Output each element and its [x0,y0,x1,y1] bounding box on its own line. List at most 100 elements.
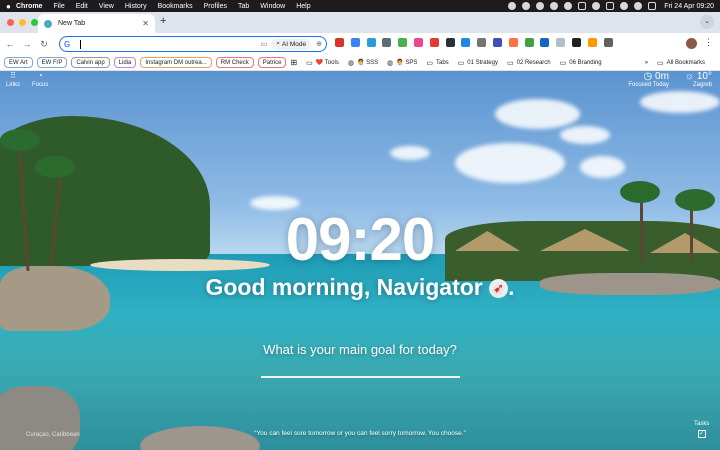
bookmark-sss[interactable]: ◍ 🧑‍💼 SSS [348,59,378,67]
extension-icon[interactable] [477,38,487,47]
top-right-widgets: ◷ 0m Focused Today ☼ 10° Zagreb [612,71,712,88]
extension-icon[interactable] [461,38,471,47]
tab-title: New Tab [58,20,86,27]
main-goal-input[interactable] [261,360,460,378]
menu-chrome[interactable]: Chrome [16,3,42,10]
apps-grid-icon[interactable]: ⊞ [290,58,297,67]
extension-icon[interactable] [540,38,550,47]
bookmark-chip[interactable]: Lidia [113,57,137,68]
cast-icon[interactable]: ▭ [261,40,268,48]
profile-avatar[interactable] [686,38,697,49]
extension-icon[interactable] [571,38,581,47]
all-bookmarks-folder[interactable]: ▭ All Bookmarks [657,59,705,67]
bookmark-chip[interactable]: EW F/P [36,57,68,68]
reload-button[interactable]: ↻ [37,39,51,50]
extension-icon[interactable] [556,38,566,47]
tray-app-icon[interactable] [522,2,531,10]
bookmark-label: 01 Strategy [467,59,498,66]
tab-strip: New Tab ✕ + ⌄ [0,12,720,33]
extensions-puzzle-icon[interactable] [603,38,613,47]
menu-profiles[interactable]: Profiles [204,3,227,10]
extension-icon[interactable] [382,38,392,47]
bookmark-folder-branding[interactable]: ▭ 06 Branding [560,59,602,67]
focus-widget[interactable]: ◔ Focus [32,71,48,88]
bookmark-chip[interactable]: Patrice [257,57,287,68]
menu-tab[interactable]: Tab [238,3,249,10]
zoom-icon[interactable]: ⊕ [316,40,322,48]
bookmark-folder-research[interactable]: ▭ 02 Research [507,59,551,67]
back-button[interactable]: ← [3,39,17,49]
extension-icon[interactable] [445,38,455,47]
extension-icon[interactable] [366,38,376,47]
tray-app-icon[interactable] [536,2,545,10]
tray-app-icon[interactable] [550,2,559,10]
tab-new-tab[interactable]: New Tab ✕ [38,14,155,33]
daily-quote[interactable]: “You can feel sore tomorrow or you can f… [0,430,720,437]
menu-bookmarks[interactable]: Bookmarks [158,3,193,10]
wifi-icon[interactable] [620,2,629,10]
control-center-icon[interactable] [648,2,657,10]
temperature-value: 10° [696,71,712,82]
bookmark-folder-tabs[interactable]: ▭ Tabs [426,59,448,67]
tray-app-icon[interactable] [592,2,601,10]
menu-history[interactable]: History [125,3,147,10]
apple-menu-icon[interactable]: ● [6,2,16,11]
folder-icon: ▭ [657,59,664,67]
menu-help[interactable]: Help [296,3,310,10]
more-bookmarks-button[interactable]: » [645,60,648,66]
menu-window[interactable]: Window [260,3,285,10]
tasks-label: Tasks [694,421,710,427]
tasks-widget[interactable]: Tasks ✓ [694,421,709,438]
extension-icon[interactable] [587,38,597,47]
close-tab-icon[interactable]: ✕ [142,19,149,28]
minimize-window-button[interactable] [19,19,26,26]
battery-icon[interactable] [606,2,615,10]
status-tray: Fri 24 Apr 09:20 [502,2,714,10]
zoom-window-button[interactable] [31,19,38,26]
menu-edit[interactable]: Edit [76,3,88,10]
tray-app-icon[interactable] [564,2,573,10]
bookmark-chip[interactable]: EW Art [4,57,33,68]
menubar-clock[interactable]: Fri 24 Apr 09:20 [664,3,714,10]
menu-view[interactable]: View [99,3,114,10]
extension-icon[interactable] [335,38,344,47]
compass-icon: ➹ [489,279,509,299]
bookmark-folder-strategy[interactable]: ▭ 01 Strategy [458,59,498,67]
folder-icon: ▭ [506,59,514,67]
new-tab-button[interactable]: + [160,15,166,27]
search-sparkle-icon: ⌕ [276,40,280,47]
links-label: Links [6,82,21,88]
extension-icon[interactable] [398,38,408,47]
greeting: Good morning, Navigator ➹. [0,274,720,301]
bookmark-chip[interactable]: Instagram DM outrea... [140,57,212,68]
extension-icon[interactable] [508,38,518,47]
browser-toolbar: ← → ↻ G ▭ ⌕ AI Mode ⊕ ⋮ [0,33,720,55]
extension-icon[interactable] [350,38,360,47]
menu-file[interactable]: File [53,3,64,10]
bookmark-label: 02 Research [516,59,551,66]
address-bar[interactable]: G ▭ ⌕ AI Mode ⊕ [59,36,327,52]
extension-icon[interactable] [413,38,423,47]
bookmark-chip[interactable]: RM Check [215,57,254,68]
close-window-button[interactable] [7,19,14,26]
tray-app-icon[interactable] [508,2,517,10]
google-icon: G [64,39,71,49]
extension-icon[interactable] [492,38,502,47]
bookmark-folder-tools[interactable]: ▭ ❤️ Tools [306,59,339,67]
links-widget[interactable]: ⠿ Links [6,71,20,88]
focused-today-widget[interactable]: ◷ 0m Focused Today [628,71,669,88]
chrome-menu-icon[interactable]: ⋮ [704,37,713,48]
forward-button[interactable]: → [20,39,34,49]
weather-widget[interactable]: ☼ 10° Zagreb [685,71,712,88]
bookmark-sps[interactable]: ◍ 🧑‍💼 SPS [387,59,417,67]
bookmarks-bar: EW Art EW F/P Calvin app Lidia Instagram… [0,55,720,71]
extension-icon[interactable] [429,38,439,47]
top-left-widgets: ⠿ Links ◔ Focus [6,71,60,88]
ai-mode-button[interactable]: ⌕ AI Mode [271,38,312,50]
bookmark-chip[interactable]: Calvin app [71,57,110,68]
search-icon[interactable] [634,2,643,10]
tab-search-button[interactable]: ⌄ [700,15,714,29]
extension-icon[interactable] [524,38,534,47]
tray-app-icon[interactable] [578,2,587,10]
bookmark-label: 🧑‍💼 SSS [356,60,379,66]
